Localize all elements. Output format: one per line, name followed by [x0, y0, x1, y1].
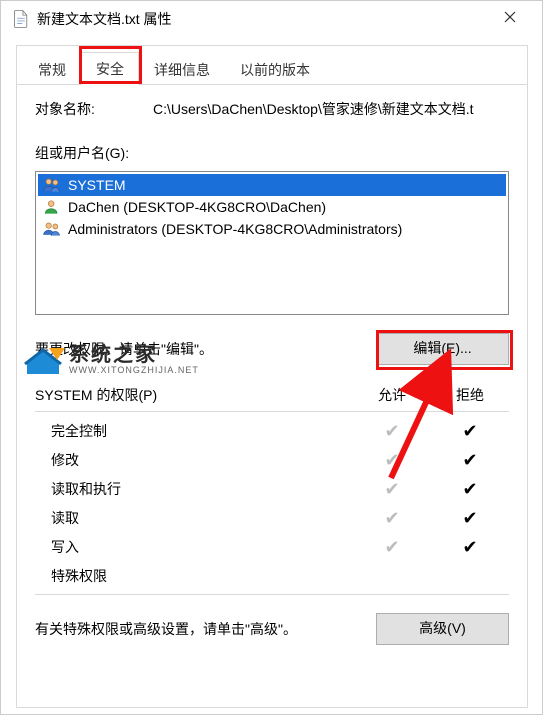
titlebar[interactable]: 新建文本文档.txt 属性: [1, 1, 542, 37]
group-user-label: 组或用户名(G):: [35, 143, 509, 163]
permissions-label: SYSTEM 的权限(P): [35, 385, 353, 405]
group-icon: [42, 176, 62, 194]
permissions-list: 完全控制✔✔修改✔✔读取和执行✔✔读取✔✔写入✔✔特殊权限: [35, 411, 509, 595]
permission-name: 修改: [35, 450, 353, 470]
permission-name: 读取和执行: [35, 479, 353, 499]
permission-row: 修改✔✔: [35, 445, 509, 474]
tab-bar: 常规 安全 详细信息 以前的版本: [17, 46, 527, 85]
close-button[interactable]: [488, 4, 532, 34]
deny-check-icon: ✔: [431, 451, 509, 469]
list-item-label: Administrators (DESKTOP-4KG8CRO\Administ…: [68, 221, 402, 237]
allow-check-icon: ✔: [353, 480, 431, 498]
permission-row: 读取和执行✔✔: [35, 474, 509, 503]
list-item[interactable]: SYSTEM: [38, 174, 506, 196]
tab-previous-versions[interactable]: 以前的版本: [225, 53, 325, 85]
dialog-body: 常规 安全 详细信息 以前的版本 对象名称: C:\Users\DaChen\D…: [16, 45, 528, 708]
permission-row: 完全控制✔✔: [35, 416, 509, 445]
advanced-hint: 有关特殊权限或高级设置，请单击"高级"。: [35, 619, 376, 639]
object-name-label: 对象名称:: [35, 99, 153, 119]
object-name-value: C:\Users\DaChen\Desktop\管家速修\新建文本文档.t: [153, 99, 509, 119]
list-item[interactable]: Administrators (DESKTOP-4KG8CRO\Administ…: [38, 218, 506, 240]
permission-name: 写入: [35, 537, 353, 557]
close-icon: [504, 10, 516, 28]
permission-row: 写入✔✔: [35, 532, 509, 561]
document-icon: [13, 10, 29, 28]
tab-details[interactable]: 详细信息: [139, 53, 225, 85]
allow-check-icon: ✔: [353, 451, 431, 469]
permission-name: 读取: [35, 508, 353, 528]
list-item[interactable]: DaChen (DESKTOP-4KG8CRO\DaChen): [38, 196, 506, 218]
advanced-button[interactable]: 高级(V): [376, 613, 509, 645]
edit-button[interactable]: 编辑(E)...: [376, 333, 509, 365]
tab-general[interactable]: 常规: [23, 53, 81, 85]
deny-check-icon: ✔: [431, 480, 509, 498]
window-title: 新建文本文档.txt 属性: [37, 9, 488, 29]
list-item-label: DaChen (DESKTOP-4KG8CRO\DaChen): [68, 199, 326, 215]
permission-row: 特殊权限: [35, 561, 509, 590]
deny-check-icon: ✔: [431, 538, 509, 556]
edit-hint: 要更改权限，请单击"编辑"。: [35, 339, 376, 359]
object-name-row: 对象名称: C:\Users\DaChen\Desktop\管家速修\新建文本文…: [35, 99, 509, 119]
deny-check-icon: ✔: [431, 509, 509, 527]
allow-check-icon: ✔: [353, 422, 431, 440]
list-item-label: SYSTEM: [68, 177, 126, 193]
user-icon: [42, 198, 62, 216]
permission-name: 完全控制: [35, 421, 353, 441]
permission-row: 读取✔✔: [35, 503, 509, 532]
allow-check-icon: ✔: [353, 538, 431, 556]
tab-security[interactable]: 安全: [81, 52, 139, 85]
deny-check-icon: ✔: [431, 422, 509, 440]
allow-check-icon: ✔: [353, 509, 431, 527]
group-user-list[interactable]: SYSTEM DaChen (DESKTOP-4KG8CRO\DaChen): [35, 171, 509, 315]
group-icon: [42, 220, 62, 238]
allow-header: 允许: [353, 385, 431, 405]
properties-dialog: 新建文本文档.txt 属性 常规 安全 详细信息 以前的版本 对象名称: C:\…: [0, 0, 543, 715]
permission-name: 特殊权限: [35, 566, 353, 586]
deny-header: 拒绝: [431, 385, 509, 405]
